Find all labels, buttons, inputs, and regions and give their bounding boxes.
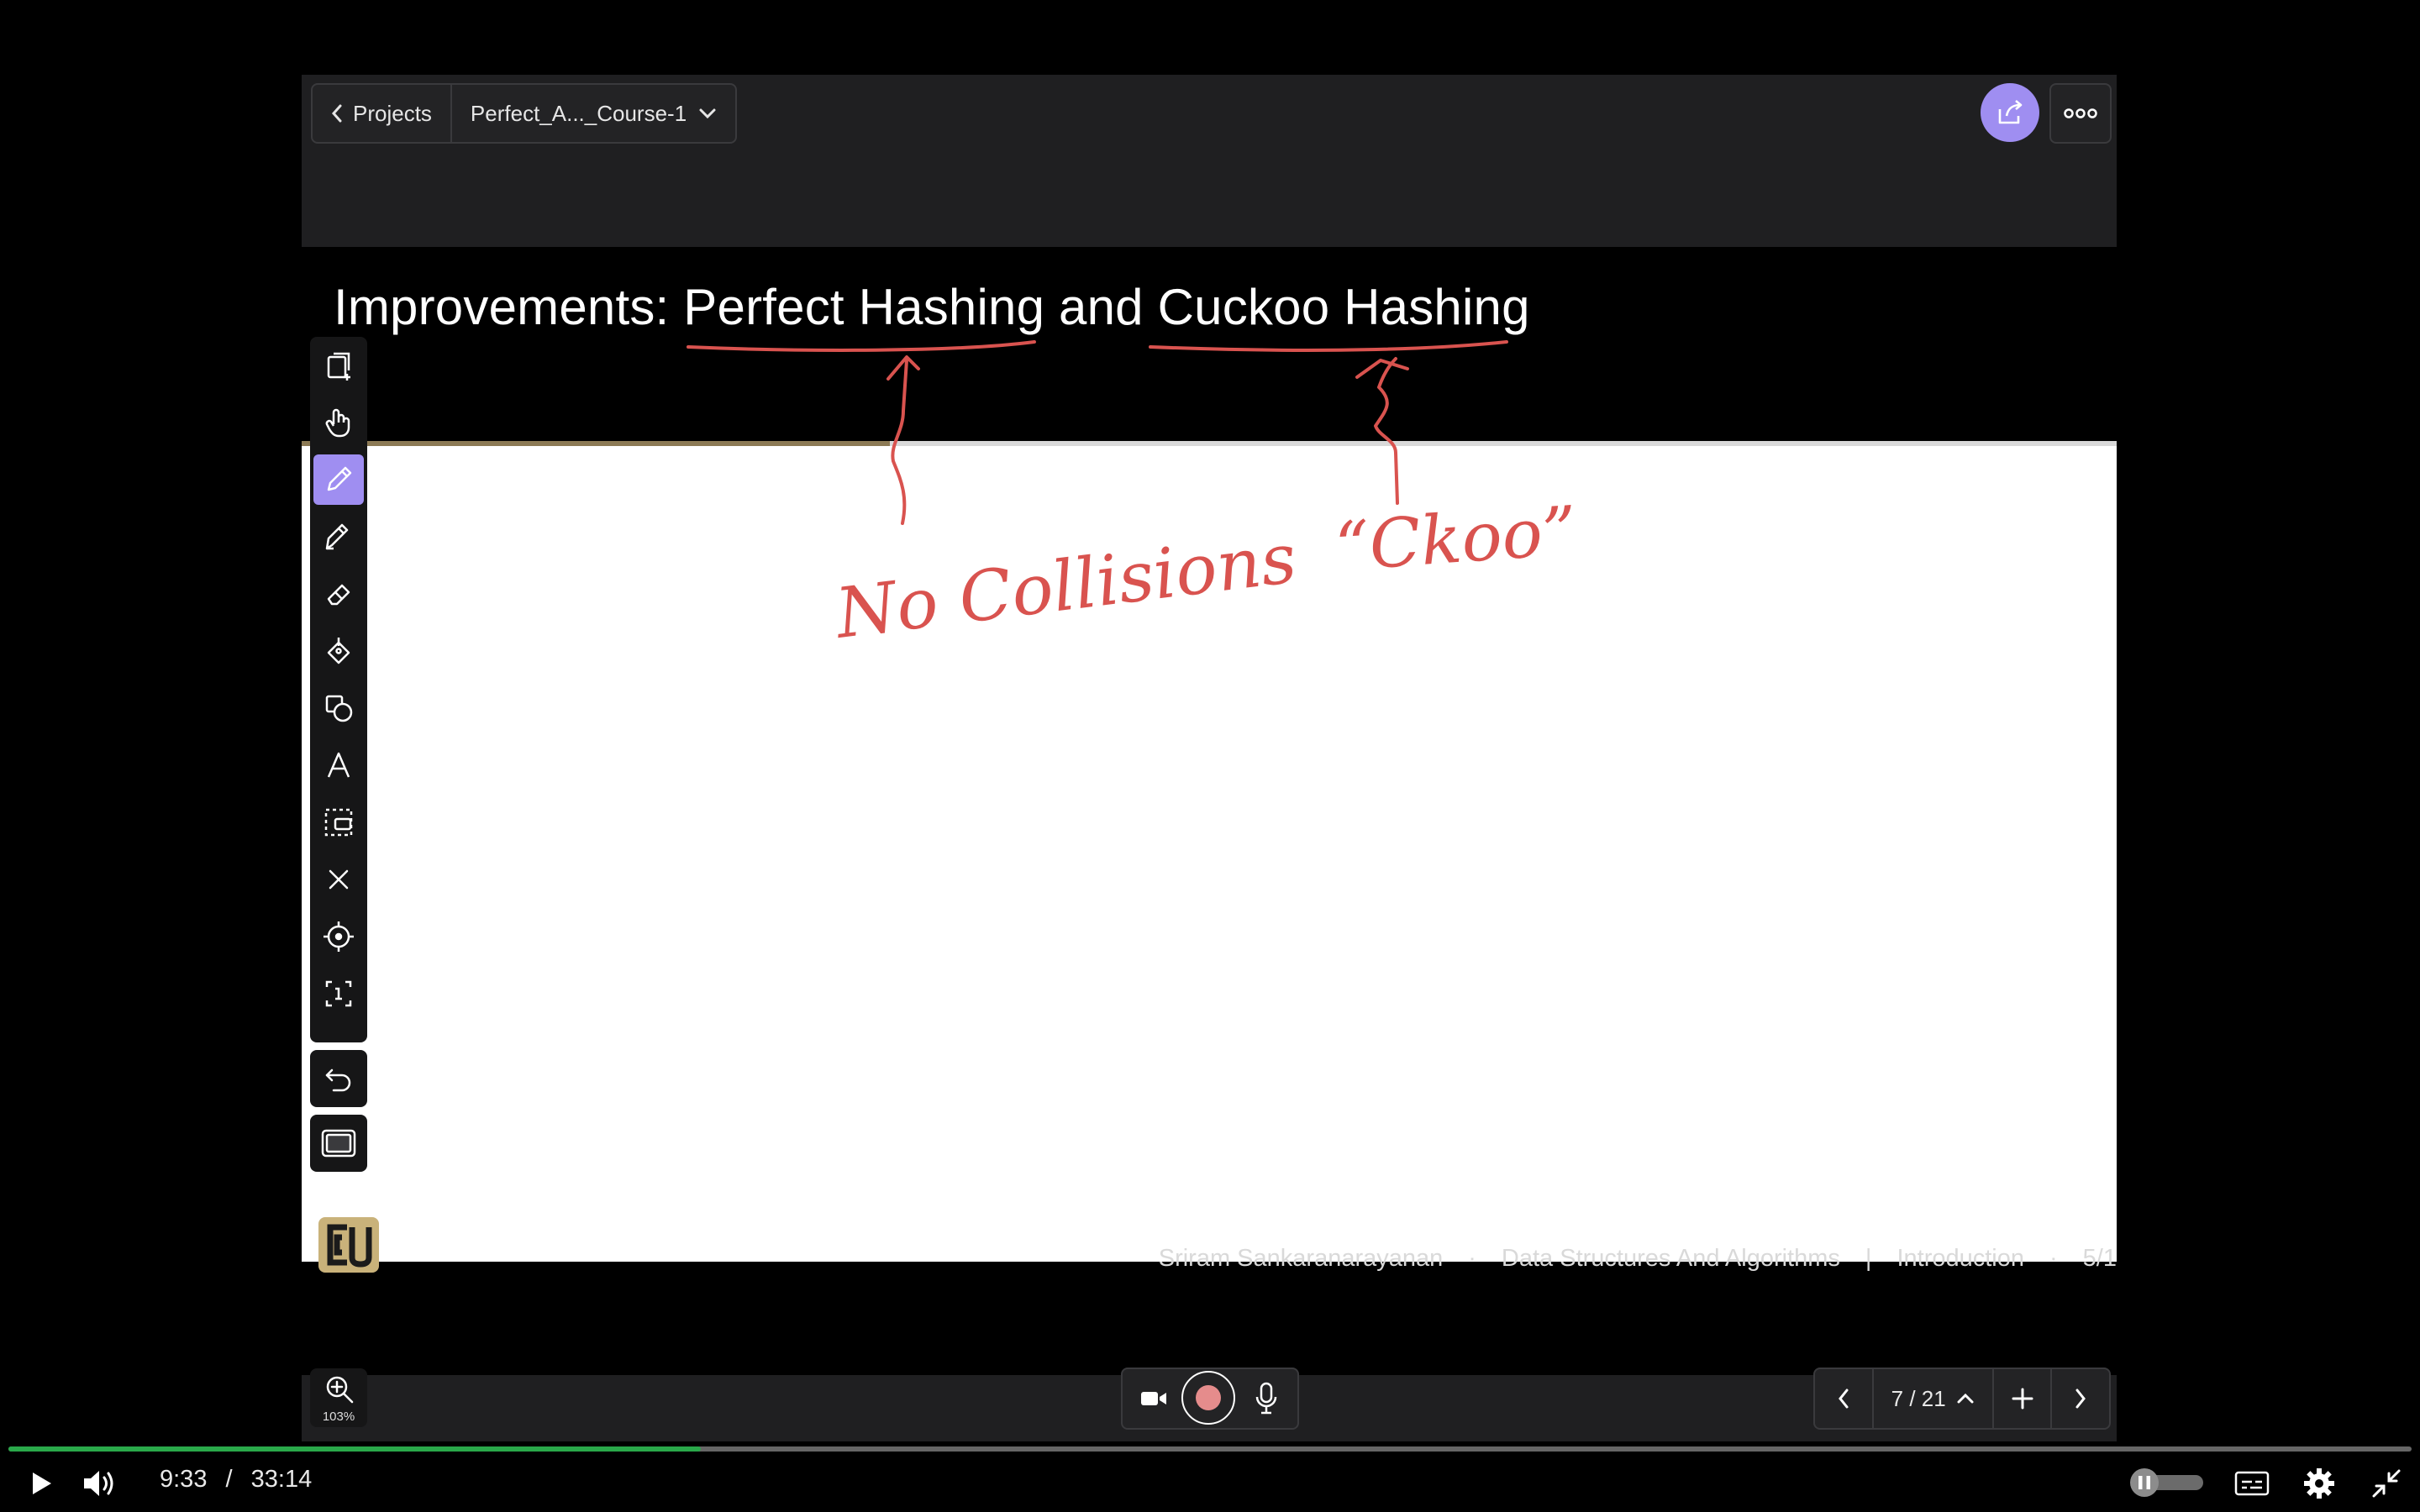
highlighter-icon <box>325 523 349 550</box>
footer-separator: · <box>1468 1244 1476 1272</box>
highlighter-tool[interactable] <box>313 512 364 562</box>
progress-bar-played <box>8 1446 701 1452</box>
chevron-up-icon <box>1957 1393 1974 1404</box>
text-tool[interactable] <box>313 740 364 790</box>
fill-icon <box>327 638 350 664</box>
shapes-tool[interactable] <box>313 683 364 733</box>
fill-tool[interactable] <box>313 626 364 676</box>
footer-author: Sriram Sankaranarayanan <box>1158 1244 1444 1272</box>
select-tool[interactable] <box>313 797 364 848</box>
volume-icon <box>84 1471 113 1496</box>
pen-icon <box>327 466 352 491</box>
recording-controls <box>1121 1368 1299 1430</box>
record-button[interactable] <box>1181 1371 1235 1425</box>
current-time: 9:33 <box>160 1466 208 1493</box>
hand-tool[interactable] <box>313 397 364 448</box>
add-page-button[interactable] <box>1991 1369 2051 1428</box>
microphone-button[interactable] <box>1245 1378 1287 1420</box>
exit-fullscreen-icon <box>2372 1469 2401 1498</box>
shapes-icon <box>325 695 353 722</box>
clear-icon <box>329 869 349 890</box>
chevron-left-icon <box>1838 1389 1849 1409</box>
play-button[interactable] <box>22 1465 60 1502</box>
captions-icon <box>2234 1471 2270 1496</box>
fit-frame-button[interactable] <box>310 1115 367 1172</box>
plus-icon <box>2012 1388 2033 1410</box>
zoom-icon <box>326 1376 354 1404</box>
focus-icon <box>325 980 352 1007</box>
video-camera-icon <box>1141 1392 1166 1405</box>
pen-tool[interactable] <box>313 454 364 505</box>
footer-section: Introduction <box>1897 1244 2024 1272</box>
captions-button[interactable] <box>2232 1465 2272 1502</box>
prev-page-button[interactable] <box>1815 1369 1872 1428</box>
laser-pointer-tool[interactable] <box>313 911 364 962</box>
add-page-icon <box>327 352 350 381</box>
select-icon <box>324 808 353 837</box>
underline-cuckoo-hashing <box>1149 340 1508 352</box>
microphone-icon <box>1255 1382 1277 1415</box>
footer-separator: · <box>2049 1244 2058 1272</box>
page-navigation: 7 / 21 <box>1813 1368 2111 1430</box>
add-page-tool[interactable] <box>313 340 364 391</box>
arrowhead-perfect-hashing <box>886 355 920 381</box>
underline-perfect-hashing <box>687 340 1036 352</box>
exit-fullscreen-button[interactable] <box>2366 1463 2407 1504</box>
undo-button[interactable] <box>310 1050 367 1107</box>
focus-tool[interactable] <box>313 969 364 1019</box>
autoplay-toggle[interactable] <box>2126 1467 2207 1499</box>
annotation-no-collisions: No Collisions <box>830 518 1301 654</box>
video-frame: Projects Perfect_A..._Course-1 Improveme… <box>302 75 2117 1441</box>
footer-page: 5/1 <box>2082 1244 2117 1272</box>
university-logo <box>318 1217 379 1273</box>
play-icon <box>33 1473 51 1494</box>
clear-tool[interactable] <box>313 854 364 905</box>
chevron-right-icon <box>2075 1389 2086 1409</box>
drawing-toolbar <box>310 337 367 1042</box>
eraser-tool[interactable] <box>313 569 364 619</box>
next-page-button[interactable] <box>2050 1369 2109 1428</box>
record-icon <box>1196 1385 1221 1410</box>
zoom-level: 103% <box>322 1410 355 1424</box>
time-separator: / <box>225 1466 233 1493</box>
duration: 33:14 <box>250 1466 313 1493</box>
time-display: 9:33 / 33:14 <box>160 1466 312 1494</box>
text-icon <box>327 752 350 778</box>
gear-icon <box>2304 1468 2334 1499</box>
arrow-cuckoo-hashing <box>1374 357 1399 505</box>
autoplay-toggle-icon <box>2130 1468 2203 1497</box>
zoom-button[interactable]: 103% <box>310 1368 367 1427</box>
eraser-icon <box>327 584 350 606</box>
arrowhead-cuckoo-hashing <box>1355 359 1409 379</box>
page-selector[interactable]: 7 / 21 <box>1871 1369 1992 1428</box>
footer-course: Data Structures And Algorithms <box>1501 1244 1840 1272</box>
undo-icon <box>325 1068 351 1092</box>
page-indicator: 7 / 21 <box>1891 1385 1946 1411</box>
camera-button[interactable] <box>1133 1378 1175 1420</box>
arrow-perfect-hashing <box>891 359 908 525</box>
volume-button[interactable] <box>79 1465 121 1502</box>
footer-bar: | <box>1865 1244 1872 1272</box>
hand-icon <box>325 408 350 438</box>
settings-button[interactable] <box>2299 1463 2339 1504</box>
laser-pointer-icon <box>324 921 354 952</box>
slide-footer-text: Sriram Sankaranarayanan · Data Structure… <box>1146 1233 2117 1284</box>
frame-icon <box>321 1129 356 1158</box>
annotation-ckoo: “Ckoo” <box>1333 491 1580 586</box>
